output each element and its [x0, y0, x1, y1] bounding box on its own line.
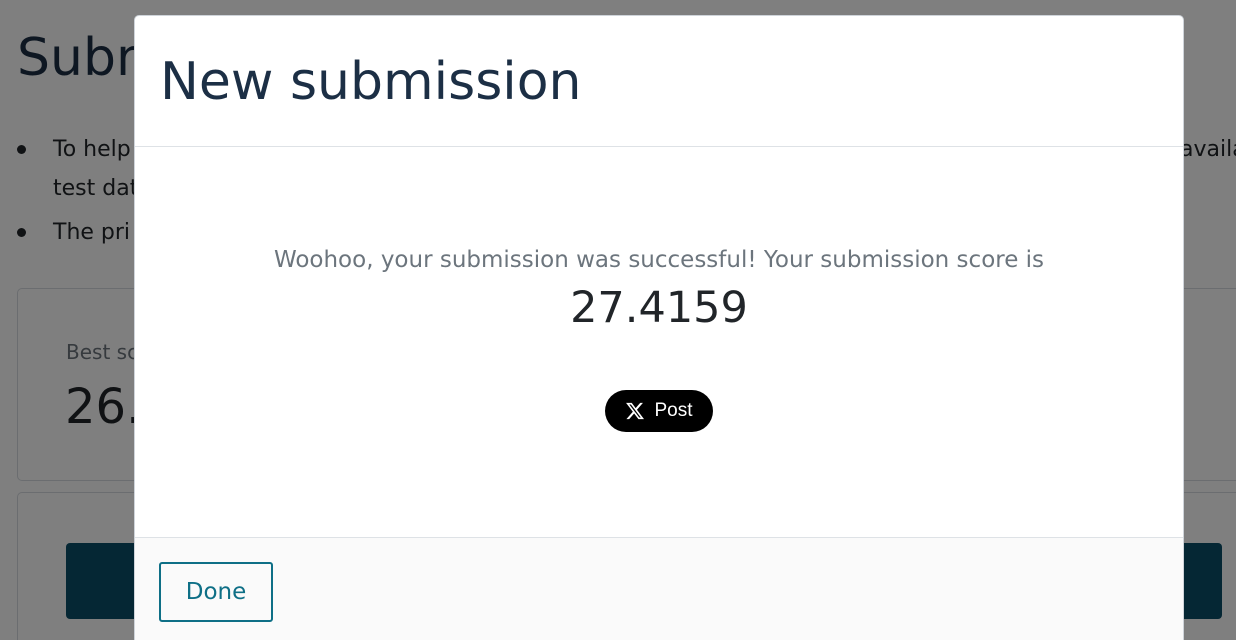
post-button-label: Post — [654, 400, 693, 421]
modal-title: New submission — [160, 52, 582, 112]
modal-footer: Done — [135, 537, 1183, 640]
modal-body: Woohoo, your submission was successful! … — [135, 147, 1183, 537]
success-message: Woohoo, your submission was successful! … — [273, 247, 1045, 273]
post-to-x-button[interactable]: Post — [605, 390, 713, 432]
submission-score: 27.4159 — [570, 283, 748, 333]
done-button[interactable]: Done — [159, 562, 273, 622]
modal-header: New submission — [135, 16, 1183, 147]
new-submission-modal: New submission Woohoo, your submission w… — [134, 15, 1184, 640]
x-logo-icon — [626, 402, 645, 420]
